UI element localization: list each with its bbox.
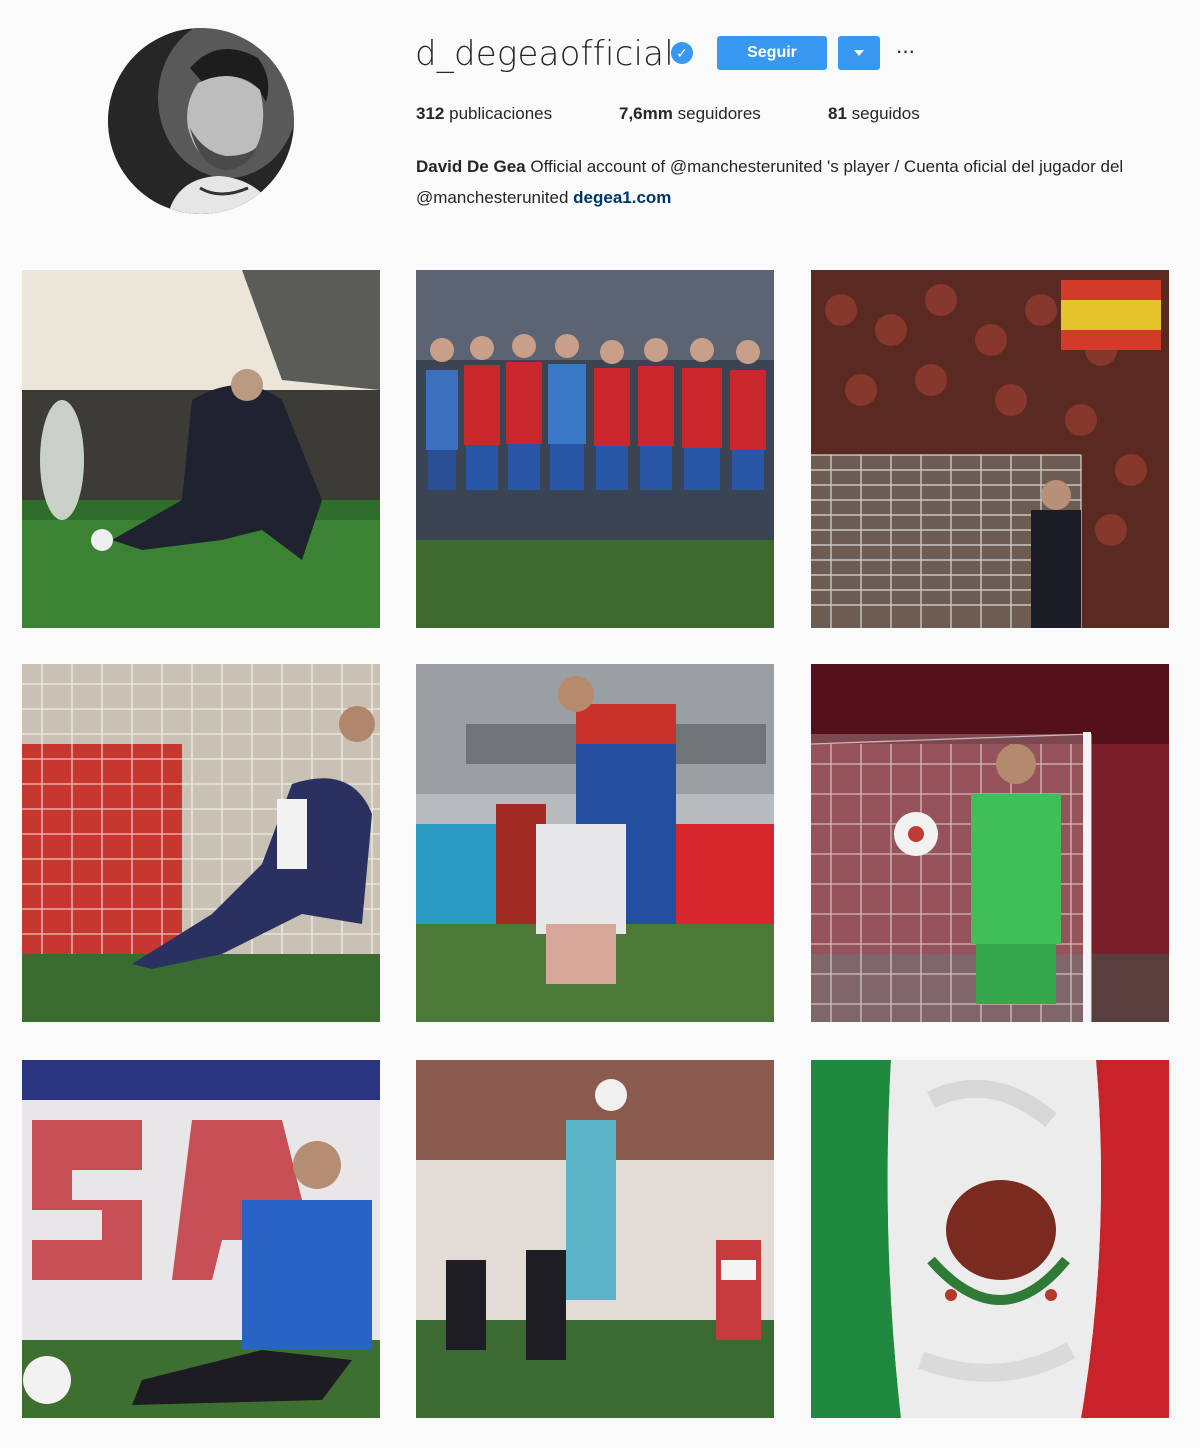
goalkeeper-fans-photo [811, 270, 1169, 628]
avatar-portrait-icon [108, 28, 294, 214]
profile-bio: David De Gea Official account of @manche… [416, 151, 1156, 213]
post-tile-7[interactable] [22, 1060, 380, 1418]
goalkeeper-diving-photo [22, 270, 380, 628]
post-tile-9[interactable] [811, 1060, 1169, 1418]
spain-team-group-photo [416, 270, 774, 628]
profile-username: d_degeaofficial [415, 34, 674, 74]
post-tile-4[interactable] [22, 664, 380, 1022]
stat-posts: 312 publicaciones [416, 104, 552, 124]
bio-full-name: David De Gea [416, 157, 526, 176]
post-tile-5[interactable] [416, 664, 774, 1022]
post-tile-3[interactable] [811, 270, 1169, 628]
mexico-flag-photo [811, 1060, 1169, 1418]
stat-followers[interactable]: 7,6mm seguidores [619, 104, 761, 124]
goalkeeper-green-kit-photo [811, 664, 1169, 1022]
posts-label: publicaciones [449, 104, 553, 123]
post-tile-1[interactable] [22, 270, 380, 628]
profile-page: d_degeaofficial ✓ Seguir ··· 312 publica… [0, 0, 1200, 1448]
following-count: 81 [828, 104, 847, 123]
following-label: seguidos [851, 104, 920, 123]
verified-badge-icon: ✓ [671, 42, 693, 64]
followers-count: 7,6mm [619, 104, 673, 123]
post-tile-2[interactable] [416, 270, 774, 628]
followers-label: seguidores [677, 104, 761, 123]
stat-following[interactable]: 81 seguidos [828, 104, 920, 124]
follow-button[interactable]: Seguir [717, 36, 827, 70]
goalkeeper-catching-ball-photo [416, 1060, 774, 1418]
goalkeeper-net-save-photo [22, 664, 380, 1022]
post-tile-6[interactable] [811, 664, 1169, 1022]
post-tile-8[interactable] [416, 1060, 774, 1418]
more-options-icon[interactable]: ··· [893, 38, 917, 68]
posts-count: 312 [416, 104, 445, 123]
chevron-down-icon [854, 50, 864, 56]
profile-avatar[interactable] [108, 28, 294, 214]
player-hugging-child-photo [416, 664, 774, 1022]
bio-website-link[interactable]: degea1.com [573, 188, 671, 207]
follow-options-button[interactable] [838, 36, 880, 70]
goalkeeper-blue-kit-photo [22, 1060, 380, 1418]
